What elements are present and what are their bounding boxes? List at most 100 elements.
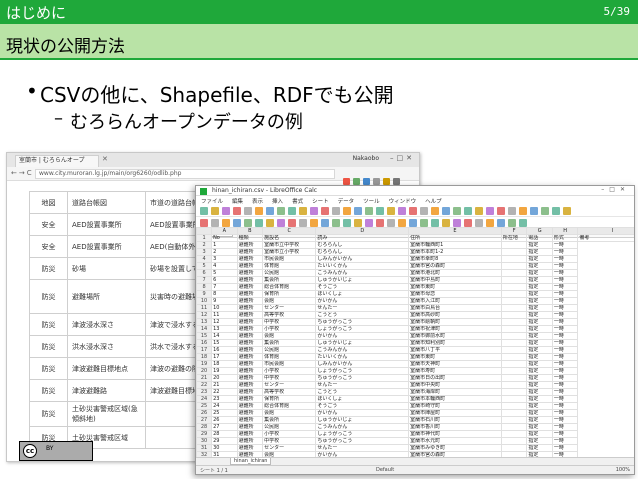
toolbar-icon[interactable] bbox=[211, 219, 219, 227]
status-zoom[interactable]: 100% bbox=[616, 467, 630, 473]
row-header[interactable]: 9 bbox=[196, 290, 213, 298]
row-header[interactable]: 13 bbox=[196, 318, 213, 326]
data-cell[interactable]: ちゅうがっこう bbox=[315, 318, 410, 326]
toolbar-icon[interactable] bbox=[486, 219, 494, 227]
toolbar-icon[interactable] bbox=[255, 207, 263, 215]
row-header[interactable]: 16 bbox=[196, 339, 213, 347]
data-cell[interactable]: 指定 bbox=[526, 241, 553, 249]
data-cell[interactable]: 体育館 bbox=[262, 262, 317, 270]
toolbar-icon[interactable] bbox=[233, 207, 241, 215]
row-header[interactable]: 11 bbox=[196, 304, 213, 312]
data-cell[interactable]: 会館 bbox=[262, 409, 317, 417]
data-cell[interactable]: 一時 bbox=[551, 318, 579, 326]
data-cell[interactable]: 市民会館 bbox=[262, 255, 317, 263]
data-cell[interactable]: 13 bbox=[211, 325, 238, 333]
data-cell[interactable]: むろらんし bbox=[315, 241, 410, 249]
data-cell[interactable] bbox=[500, 444, 528, 452]
data-cell[interactable]: 避難所 bbox=[236, 444, 264, 452]
data-cell[interactable] bbox=[500, 262, 528, 270]
toolbar-icon[interactable] bbox=[519, 219, 527, 227]
data-cell[interactable]: 指定 bbox=[526, 381, 553, 389]
data-cell[interactable]: むろらんし bbox=[315, 248, 410, 256]
data-cell[interactable]: 一時 bbox=[551, 388, 579, 396]
data-cell[interactable]: 避難所 bbox=[236, 353, 264, 361]
data-cell[interactable]: 一時 bbox=[551, 360, 579, 368]
toolbar-icon[interactable] bbox=[475, 207, 483, 215]
close-icon[interactable]: ✕ bbox=[102, 155, 108, 163]
toolbar-icon[interactable] bbox=[508, 207, 516, 215]
data-cell[interactable]: 指定 bbox=[526, 325, 553, 333]
data-cell[interactable]: 14 bbox=[211, 332, 238, 340]
toolbar-icon[interactable] bbox=[365, 219, 373, 227]
toolbar-icon[interactable] bbox=[497, 219, 505, 227]
data-cell[interactable]: たいいくかん bbox=[315, 353, 410, 361]
row-header[interactable]: 10 bbox=[196, 297, 213, 305]
data-cell[interactable]: 一時 bbox=[551, 255, 579, 263]
data-cell[interactable]: センター bbox=[262, 381, 317, 389]
data-cell[interactable] bbox=[500, 311, 528, 319]
row-header[interactable]: 25 bbox=[196, 402, 213, 410]
data-cell[interactable]: 避難所 bbox=[236, 276, 264, 284]
header-cell[interactable]: 形式 bbox=[551, 234, 579, 242]
data-cell[interactable]: 一時 bbox=[551, 248, 579, 256]
menu-item[interactable]: 編集 bbox=[232, 197, 243, 205]
ext-icon[interactable] bbox=[343, 178, 350, 185]
toolbar-icon[interactable] bbox=[541, 207, 549, 215]
toolbar-icon[interactable] bbox=[376, 219, 384, 227]
toolbar-icon[interactable] bbox=[409, 219, 417, 227]
data-cell[interactable]: 保育所 bbox=[262, 290, 317, 298]
row-header[interactable]: 26 bbox=[196, 409, 213, 417]
data-cell[interactable]: 総合体育館 bbox=[262, 283, 317, 291]
row-header[interactable]: 15 bbox=[196, 332, 213, 340]
data-cell[interactable]: センター bbox=[262, 304, 317, 312]
data-cell[interactable]: 5 bbox=[211, 269, 238, 277]
data-cell[interactable]: 室蘭市宮の森町 bbox=[408, 262, 502, 270]
data-cell[interactable]: 総合体育館 bbox=[262, 402, 317, 410]
data-cell[interactable]: 中学校 bbox=[262, 318, 317, 326]
row-header[interactable]: 3 bbox=[196, 248, 213, 256]
data-cell[interactable]: 避難所 bbox=[236, 388, 264, 396]
data-cell[interactable]: 避難所 bbox=[236, 262, 264, 270]
dataset-name-cell[interactable]: 道路台帳図 bbox=[67, 191, 146, 214]
row-header[interactable]: 17 bbox=[196, 346, 213, 354]
data-cell[interactable]: 指定 bbox=[526, 353, 553, 361]
data-cell[interactable]: 一時 bbox=[551, 367, 579, 375]
data-cell[interactable]: 避難所 bbox=[236, 318, 264, 326]
data-cell[interactable]: 29 bbox=[211, 437, 238, 445]
data-cell[interactable]: 室蘭市崎守町 bbox=[408, 402, 502, 410]
data-cell[interactable]: 指定 bbox=[526, 339, 553, 347]
data-cell[interactable]: 3 bbox=[211, 255, 238, 263]
toolbar-icon[interactable] bbox=[453, 207, 461, 215]
data-cell[interactable]: 18 bbox=[211, 360, 238, 368]
data-cell[interactable]: 一時 bbox=[551, 346, 579, 354]
data-cell[interactable]: 指定 bbox=[526, 423, 553, 431]
data-cell[interactable]: 室蘭市港北町 bbox=[408, 269, 502, 277]
data-cell[interactable]: 7 bbox=[211, 283, 238, 291]
toolbar-icon[interactable] bbox=[222, 207, 230, 215]
data-cell[interactable] bbox=[500, 241, 528, 249]
data-cell[interactable]: 高等学校 bbox=[262, 311, 317, 319]
data-cell[interactable]: 室蘭市寿町 bbox=[408, 367, 502, 375]
toolbar-icon[interactable] bbox=[321, 207, 329, 215]
data-cell[interactable]: しゅうかいじょ bbox=[315, 416, 410, 424]
toolbar-icon[interactable] bbox=[277, 219, 285, 227]
toolbar-icon[interactable] bbox=[519, 207, 527, 215]
data-cell[interactable]: 指定 bbox=[526, 304, 553, 312]
toolbar-icon[interactable] bbox=[299, 207, 307, 215]
data-cell[interactable]: 指定 bbox=[526, 290, 553, 298]
data-cell[interactable]: 6 bbox=[211, 276, 238, 284]
data-cell[interactable]: 20 bbox=[211, 374, 238, 382]
dataset-name-cell[interactable]: 津波避難目標地点 bbox=[67, 357, 146, 380]
data-cell[interactable]: 避難所 bbox=[236, 325, 264, 333]
data-cell[interactable]: 指定 bbox=[526, 444, 553, 452]
row-header[interactable]: 5 bbox=[196, 262, 213, 270]
toolbar-icon[interactable] bbox=[464, 207, 472, 215]
data-cell[interactable]: 一時 bbox=[551, 416, 579, 424]
toolbar-icon[interactable] bbox=[299, 219, 307, 227]
toolbar-icon[interactable] bbox=[332, 219, 340, 227]
row-header[interactable]: 19 bbox=[196, 360, 213, 368]
data-cell[interactable]: 室蘭市海岸町 bbox=[408, 388, 502, 396]
data-cell[interactable] bbox=[500, 290, 528, 298]
row-header[interactable]: 31 bbox=[196, 444, 213, 452]
data-cell[interactable]: 避難所 bbox=[236, 367, 264, 375]
